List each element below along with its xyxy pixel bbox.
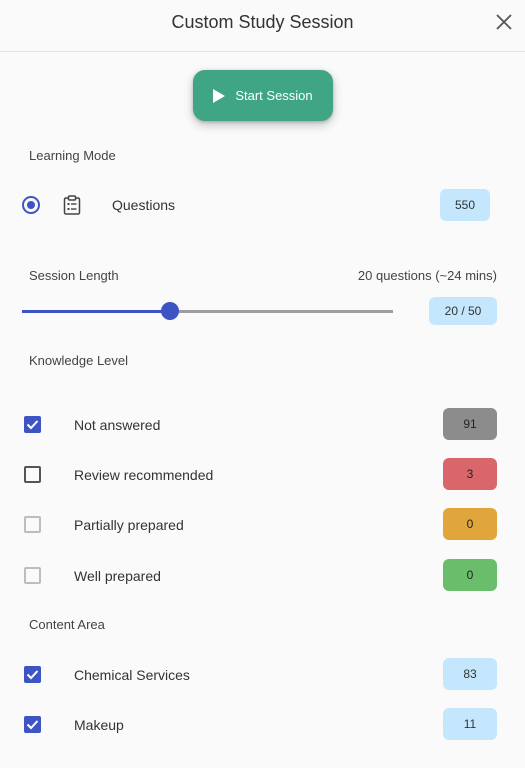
questions-label: Questions	[112, 197, 176, 213]
review-recommended-checkbox[interactable]	[24, 466, 41, 483]
close-icon[interactable]	[495, 13, 513, 31]
start-session-label: Start Session	[235, 88, 313, 103]
session-length-slider[interactable]	[22, 302, 393, 320]
slider-thumb[interactable]	[161, 302, 180, 320]
learning-mode-label: Learning Mode	[29, 148, 116, 163]
session-length-badge: 20 / 50	[429, 297, 497, 325]
play-icon	[213, 88, 226, 103]
well-prepared-checkbox[interactable]	[24, 567, 41, 584]
not-answered-label: Not answered	[74, 417, 161, 433]
partially-prepared-count-badge: 0	[443, 508, 497, 540]
session-length-label: Session Length	[29, 268, 119, 283]
content-area-label: Content Area	[29, 617, 105, 632]
partially-prepared-label: Partially prepared	[74, 517, 184, 533]
dialog-title: Custom Study Session	[171, 12, 354, 32]
session-length-summary: 20 questions (~24 mins)	[357, 268, 497, 283]
questions-radio[interactable]	[22, 196, 40, 214]
makeup-label: Makeup	[74, 717, 124, 733]
makeup-checkbox[interactable]	[24, 716, 41, 733]
start-session-button[interactable]: Start Session	[193, 70, 333, 121]
well-prepared-count-badge: 0	[443, 559, 497, 591]
knowledge-level-label: Knowledge Level	[29, 353, 129, 368]
not-answered-count-badge: 91	[443, 408, 497, 440]
slider-fill	[22, 310, 171, 313]
chemical-services-checkbox[interactable]	[24, 666, 41, 683]
chemical-services-label: Chemical Services	[74, 667, 190, 683]
review-recommended-count-badge: 3	[443, 458, 497, 490]
clipboard-list-icon	[63, 195, 81, 215]
not-answered-checkbox[interactable]	[24, 416, 41, 433]
questions-count-badge: 550	[440, 189, 490, 221]
review-recommended-label: Review recommended	[74, 467, 214, 483]
well-prepared-label: Well prepared	[74, 568, 161, 584]
makeup-count-badge: 11	[443, 708, 497, 740]
dialog-header: Custom Study Session	[0, 0, 525, 52]
partially-prepared-checkbox[interactable]	[24, 516, 41, 533]
chemical-services-count-badge: 83	[443, 658, 497, 690]
